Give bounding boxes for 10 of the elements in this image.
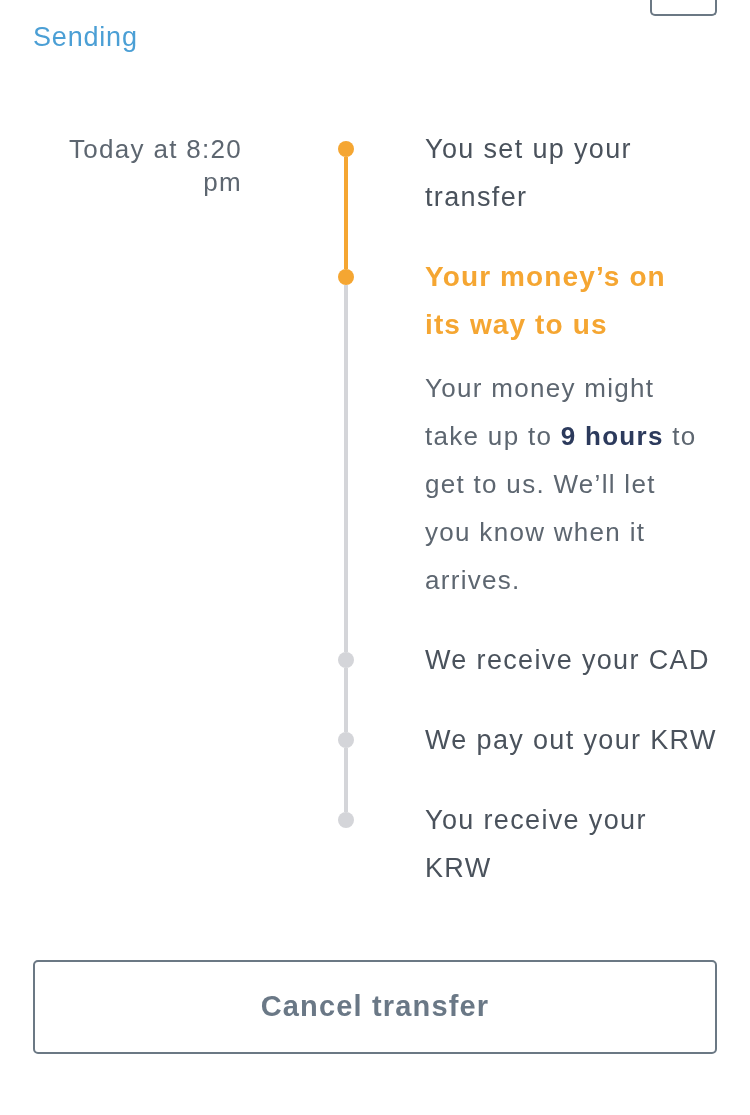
step-time: Today at 8:20 pm bbox=[68, 133, 242, 199]
step-title: You receive your KRW bbox=[425, 804, 648, 885]
step-title: We receive your CAD bbox=[425, 644, 710, 677]
cancel-transfer-button[interactable]: Cancel transfer bbox=[33, 960, 717, 1054]
step-description: Your money might take up to 9 hours to get to us. We’ll let you know when it arrives. bbox=[425, 372, 698, 597]
status-label: Sending bbox=[33, 21, 138, 54]
step-title: Your money’s on its way to us bbox=[425, 260, 667, 342]
step-title: You set up your transfer bbox=[425, 133, 633, 214]
partial-button[interactable] bbox=[650, 0, 717, 16]
step-title: We pay out your KRW bbox=[425, 724, 717, 757]
